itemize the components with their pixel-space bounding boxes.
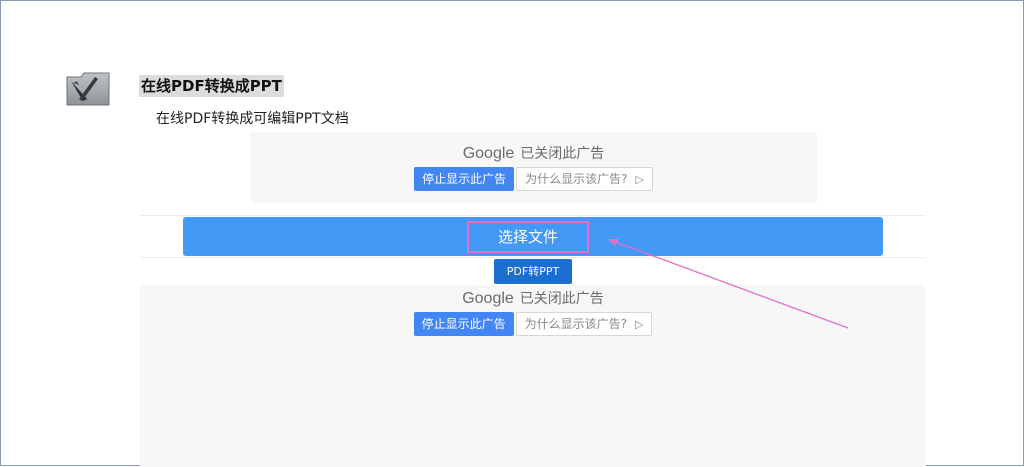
pdf-tool-folder-icon [66, 72, 110, 106]
play-triangle-icon: ▷ [634, 318, 644, 331]
why-this-ad-button[interactable]: 为什么显示该广告? ▷ [516, 167, 653, 191]
stop-ad-button[interactable]: 停止显示此广告 [414, 167, 515, 191]
divider [140, 257, 926, 258]
why-this-ad-label: 为什么显示该广告? [525, 172, 628, 186]
play-triangle-icon: ▷ [635, 173, 644, 186]
divider [140, 215, 926, 216]
why-this-ad-label: 为什么显示该广告? [524, 317, 627, 331]
convert-pdf-to-ppt-button[interactable]: PDF转PPT [494, 259, 572, 284]
ad-panel: Google 已关闭此广告 停止显示此广告 为什么显示该广告? ▷ [250, 132, 817, 203]
window-frame: 在线PDF转换成PPT 在线PDF转换成可编辑PPT文档 Google 已关闭此广… [0, 0, 1024, 467]
page-subtitle: 在线PDF转换成可编辑PPT文档 [156, 111, 349, 127]
ad-panel: Google 已关闭此广告 停止显示此广告 为什么显示该广告? ▷ [140, 285, 926, 467]
ad-closed-notice: Google 已关闭此广告 [140, 288, 926, 308]
google-logo-text: Google [462, 145, 515, 162]
ad-feedback-buttons: 停止显示此广告 为什么显示该广告? ▷ [140, 312, 926, 336]
ad-feedback-buttons: 停止显示此广告 为什么显示该广告? ▷ [250, 167, 817, 191]
select-file-button[interactable]: 选择文件 [467, 221, 589, 253]
stop-ad-button[interactable]: 停止显示此广告 [413, 312, 514, 336]
ad-closed-text: 已关闭此广告 [520, 146, 605, 162]
google-logo-text: Google [462, 290, 514, 307]
page-title: 在线PDF转换成PPT [139, 75, 284, 97]
ad-closed-text: 已关闭此广告 [519, 291, 604, 307]
why-this-ad-button[interactable]: 为什么显示该广告? ▷ [515, 312, 653, 336]
ad-closed-notice: Google 已关闭此广告 [250, 143, 817, 163]
